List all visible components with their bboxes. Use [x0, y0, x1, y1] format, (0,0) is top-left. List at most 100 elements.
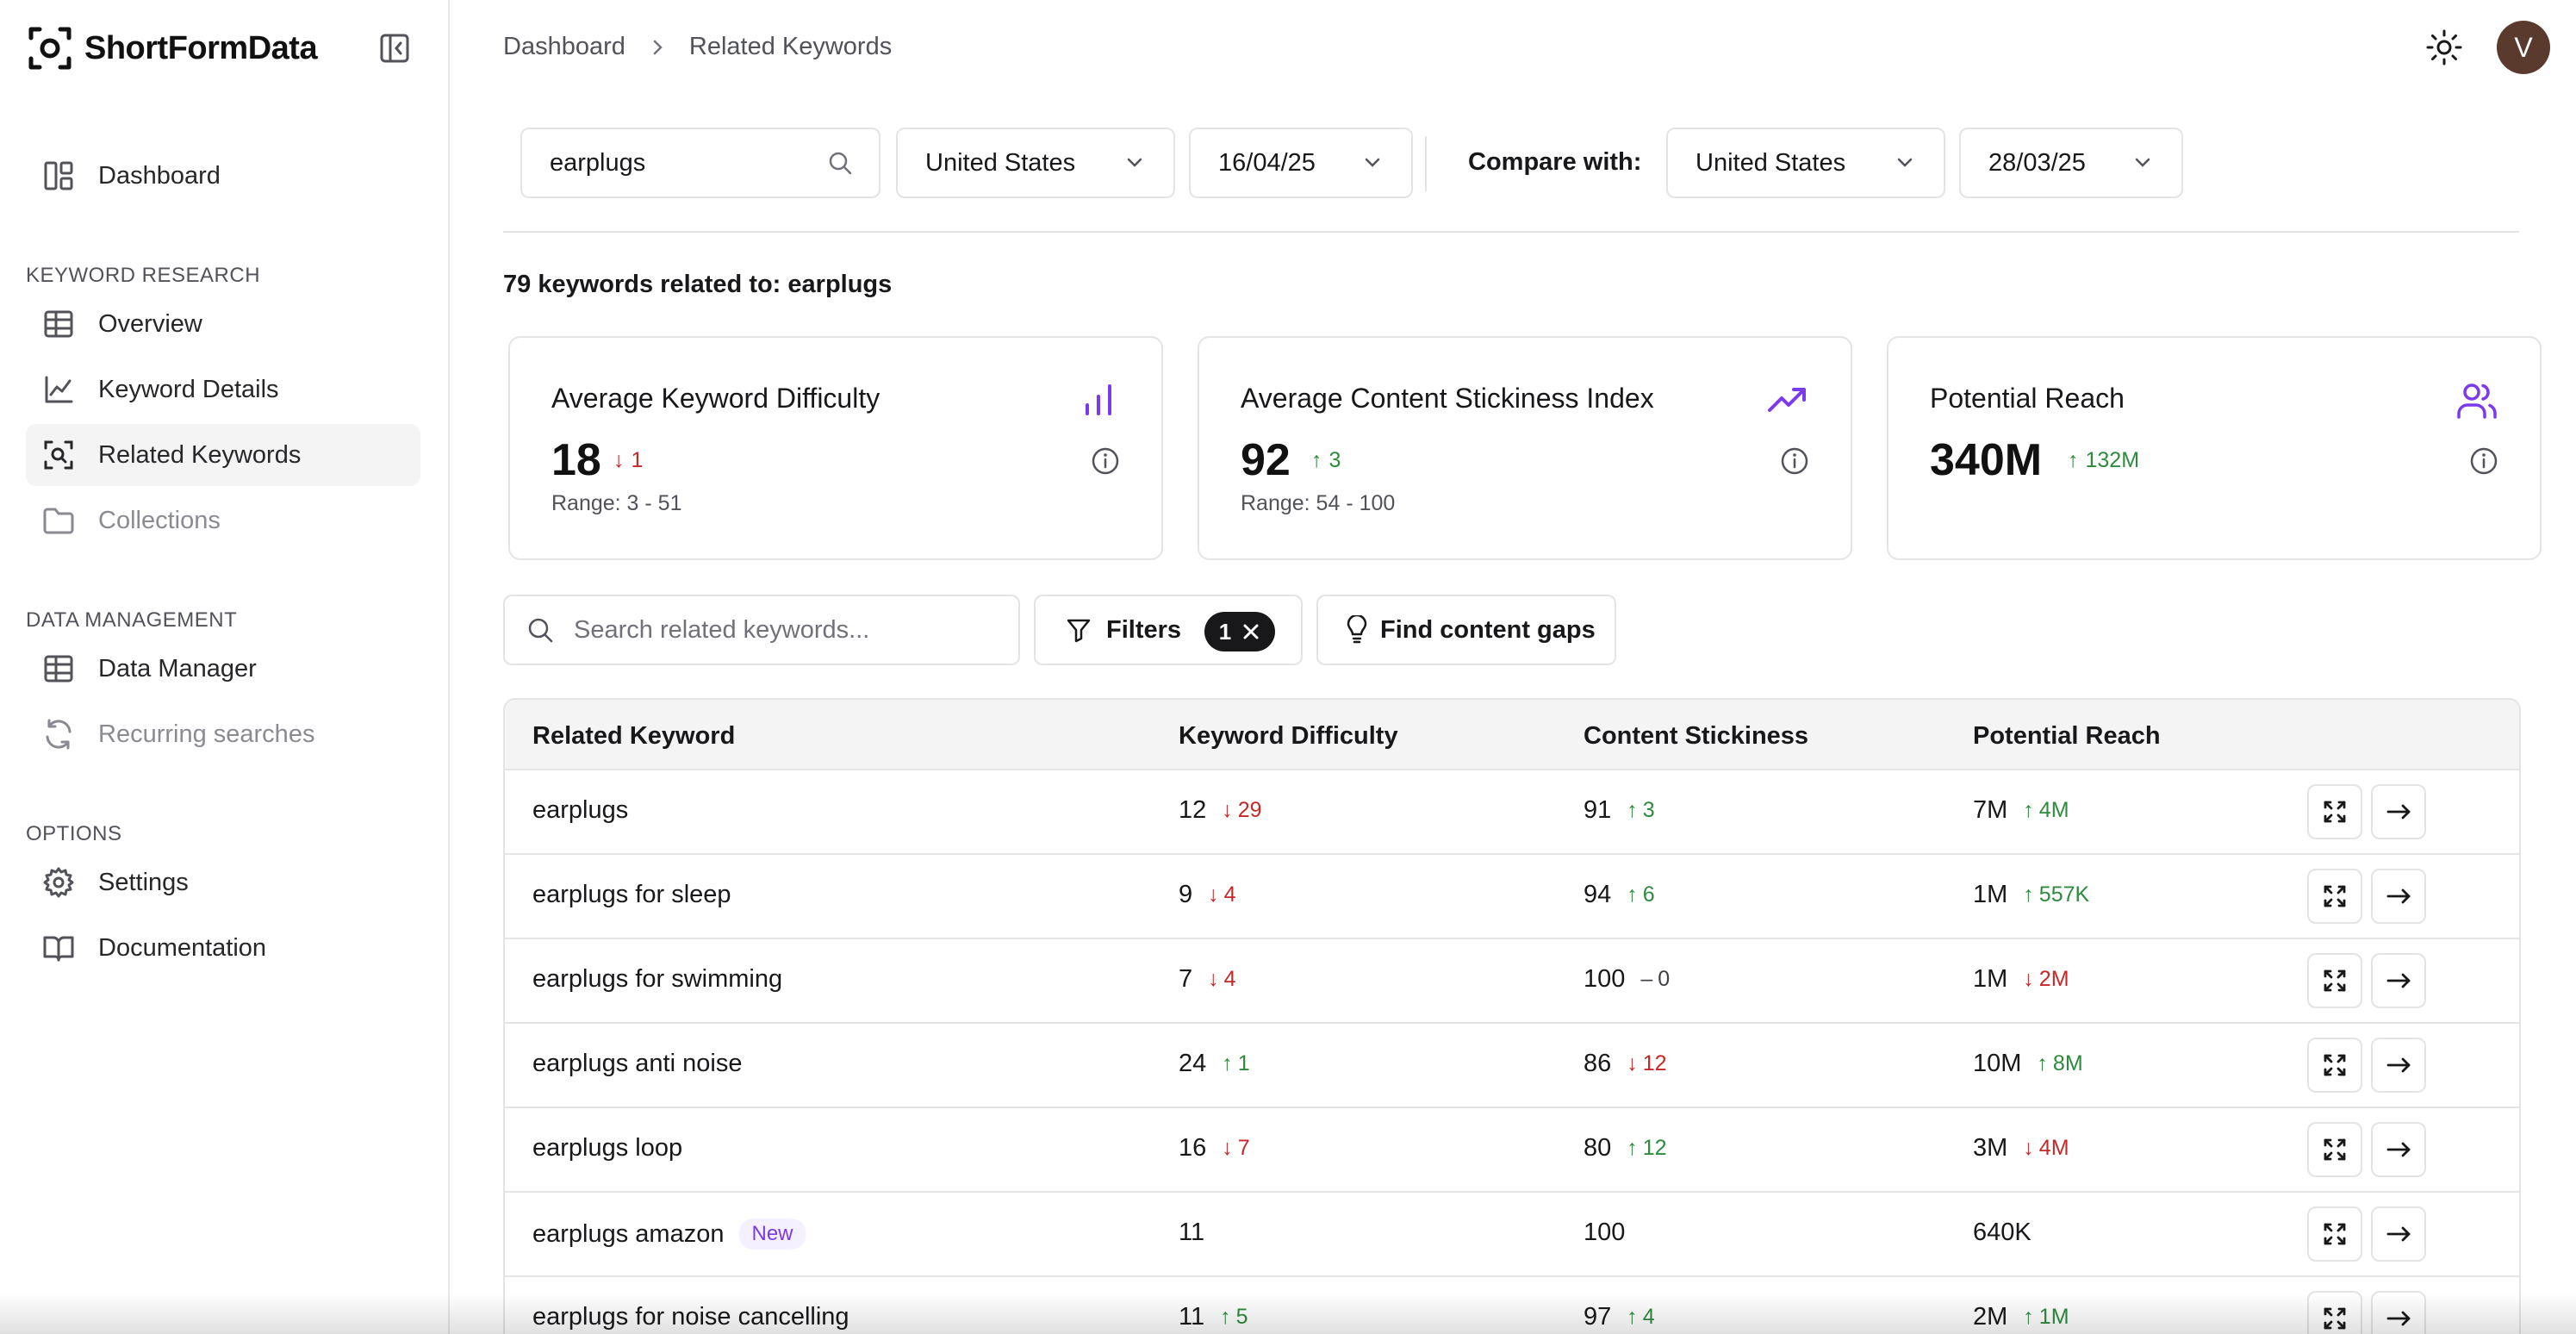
- column-header-keyword[interactable]: Related Keyword: [532, 722, 735, 751]
- scan-search-icon: [44, 440, 73, 470]
- sidebar-item-keyword-details[interactable]: Keyword Details: [26, 358, 420, 421]
- column-header-reach[interactable]: Potential Reach: [1973, 722, 2161, 751]
- difficulty-cell: 11 ↑ 5: [1179, 1303, 1248, 1331]
- sidebar-item-label: Keyword Details: [98, 375, 279, 403]
- keyword-cell[interactable]: earplugs for swimming: [532, 965, 782, 994]
- keyword-cell[interactable]: earplugs loop: [532, 1134, 682, 1163]
- filter-icon: [1067, 619, 1091, 643]
- card-title: Average Keyword Difficulty: [551, 383, 880, 414]
- avatar[interactable]: V: [2497, 21, 2550, 74]
- collapse-sidebar-icon[interactable]: [379, 33, 410, 64]
- keyword-search-input[interactable]: earplugs: [520, 128, 880, 198]
- reach-cell-change: ↓ 2M: [2023, 967, 2069, 992]
- chevron-right-icon: [653, 40, 663, 54]
- reach-cell-change: ↑ 557K: [2023, 882, 2089, 907]
- expand-button[interactable]: [2307, 1291, 2362, 1334]
- column-header-stickiness[interactable]: Content Stickiness: [1584, 722, 1808, 751]
- related-keywords-search-input[interactable]: Search related keywords...: [503, 595, 1020, 665]
- keyword-cell[interactable]: earplugs anti noise: [532, 1050, 742, 1078]
- open-details-button[interactable]: [2371, 1291, 2426, 1334]
- expand-button[interactable]: [2307, 1206, 2362, 1262]
- table-row[interactable]: earplugs amazon New 11 100 640K: [505, 1193, 2519, 1277]
- arrow-up-icon: ↑: [1311, 448, 1322, 472]
- keyword-cell[interactable]: earplugs for sleep: [532, 881, 731, 909]
- table-row[interactable]: earplugs for noise cancelling 11 ↑ 5 97 ↑ 4 2M ↑…: [505, 1277, 2519, 1334]
- logo[interactable]: ShortFormData: [28, 24, 318, 72]
- open-details-button[interactable]: [2371, 953, 2426, 1008]
- arrow-up-icon: ↑: [1627, 882, 1638, 907]
- stickiness-cell-value: 97: [1584, 1303, 1612, 1331]
- sidebar-item-data-manager[interactable]: Data Manager: [26, 638, 420, 700]
- country-select[interactable]: United States: [896, 128, 1175, 198]
- info-icon[interactable]: [1091, 446, 1120, 476]
- expand-button[interactable]: [2307, 953, 2362, 1008]
- keyword-text: earplugs for noise cancelling: [532, 1303, 849, 1331]
- column-header-difficulty[interactable]: Keyword Difficulty: [1179, 722, 1398, 751]
- open-details-button[interactable]: [2371, 1038, 2426, 1093]
- breadcrumb-dashboard[interactable]: Dashboard: [503, 33, 625, 61]
- keyword-cell[interactable]: earplugs amazon New: [532, 1219, 806, 1250]
- info-icon[interactable]: [2469, 446, 2498, 476]
- sidebar-item-documentation[interactable]: Documentation: [26, 917, 420, 979]
- stickiness-cell-value: 80: [1584, 1134, 1612, 1162]
- table-row[interactable]: earplugs for sleep 9 ↓ 4 94 ↑ 6 1M ↑ 557K: [505, 855, 2519, 939]
- compare-country-select[interactable]: United States: [1666, 128, 1945, 198]
- stickiness-cell-change-value: 0: [1658, 967, 1671, 991]
- card-value: 340M: [1930, 435, 2043, 485]
- sidebar-item-overview[interactable]: Overview: [26, 293, 420, 355]
- table-row[interactable]: earplugs loop 16 ↓ 7 80 ↑ 12 3M ↓ 4M: [505, 1108, 2519, 1193]
- trending-up-icon: [1768, 388, 1806, 412]
- sun-icon[interactable]: [2424, 28, 2464, 67]
- stickiness-cell-change-value: 4: [1642, 1305, 1655, 1329]
- folder-icon: [43, 508, 74, 534]
- sidebar-item-collections[interactable]: Collections: [26, 489, 420, 552]
- card-range: Range: 54 - 100: [1241, 491, 1396, 515]
- sidebar-item-related-keywords[interactable]: Related Keywords: [26, 424, 420, 486]
- table-row[interactable]: earplugs 12 ↓ 29 91 ↑ 3 7M ↑ 4M: [505, 770, 2519, 855]
- compare-date-select[interactable]: 28/03/25: [1959, 128, 2183, 198]
- chevron-down-icon: [1365, 158, 1380, 167]
- reach-cell-change-value: 557K: [2038, 882, 2090, 907]
- open-details-button[interactable]: [2371, 1206, 2426, 1262]
- expand-button[interactable]: [2307, 784, 2362, 839]
- difficulty-cell-change-value: 4: [1223, 882, 1236, 907]
- info-icon[interactable]: [1780, 446, 1809, 476]
- date-select[interactable]: 16/04/25: [1189, 128, 1413, 198]
- sidebar-item-dashboard[interactable]: Dashboard: [26, 145, 420, 207]
- new-badge: New: [739, 1219, 806, 1250]
- sidebar-item-settings[interactable]: Settings: [26, 851, 420, 913]
- filter-count-badge[interactable]: 1: [1204, 612, 1275, 651]
- sidebar-item-label: Settings: [98, 868, 189, 896]
- reach-cell: 10M ↑ 8M: [1973, 1050, 2083, 1078]
- expand-icon: [2324, 801, 2346, 823]
- difficulty-cell-value: 16: [1179, 1134, 1207, 1162]
- reach-cell-value: 2M: [1973, 1303, 2008, 1331]
- arrow-right-icon: [2386, 1142, 2411, 1157]
- find-content-gaps-button[interactable]: Find content gaps: [1316, 595, 1616, 665]
- difficulty-cell-change-value: 5: [1235, 1305, 1248, 1329]
- keyword-cell[interactable]: earplugs: [532, 796, 628, 825]
- open-details-button[interactable]: [2371, 869, 2426, 924]
- stickiness-cell-value: 100: [1584, 1219, 1626, 1246]
- open-details-button[interactable]: [2371, 1122, 2426, 1177]
- difficulty-cell: 12 ↓ 29: [1179, 796, 1262, 825]
- arrow-down-icon: ↓: [2023, 967, 2034, 991]
- table-row[interactable]: earplugs for swimming 7 ↓ 4 100–0 1M ↓ 2M: [505, 939, 2519, 1024]
- difficulty-cell-value: 9: [1179, 881, 1193, 908]
- keyword-text: earplugs for sleep: [532, 881, 731, 908]
- expand-button[interactable]: [2307, 1038, 2362, 1093]
- table-header: Related Keyword Keyword Difficulty Conte…: [505, 700, 2519, 770]
- arrow-down-icon: ↓: [2023, 1136, 2034, 1160]
- arrow-up-icon: ↑: [2068, 448, 2079, 472]
- open-details-button[interactable]: [2371, 784, 2426, 839]
- reach-cell: 3M ↓ 4M: [1973, 1134, 2069, 1163]
- expand-button[interactable]: [2307, 1122, 2362, 1177]
- sidebar-item-recurring-searches[interactable]: Recurring searches: [26, 703, 420, 765]
- table-row[interactable]: earplugs anti noise 24 ↑ 1 86 ↓ 12 10M ↑ 8M: [505, 1024, 2519, 1108]
- arrow-up-icon: ↑: [1627, 1305, 1638, 1329]
- stickiness-cell-change: ↑ 6: [1627, 882, 1654, 907]
- keyword-cell[interactable]: earplugs for noise cancelling: [532, 1303, 849, 1331]
- filters-button[interactable]: Filters 1: [1034, 595, 1303, 665]
- expand-button[interactable]: [2307, 869, 2362, 924]
- country-value: United States: [925, 148, 1076, 177]
